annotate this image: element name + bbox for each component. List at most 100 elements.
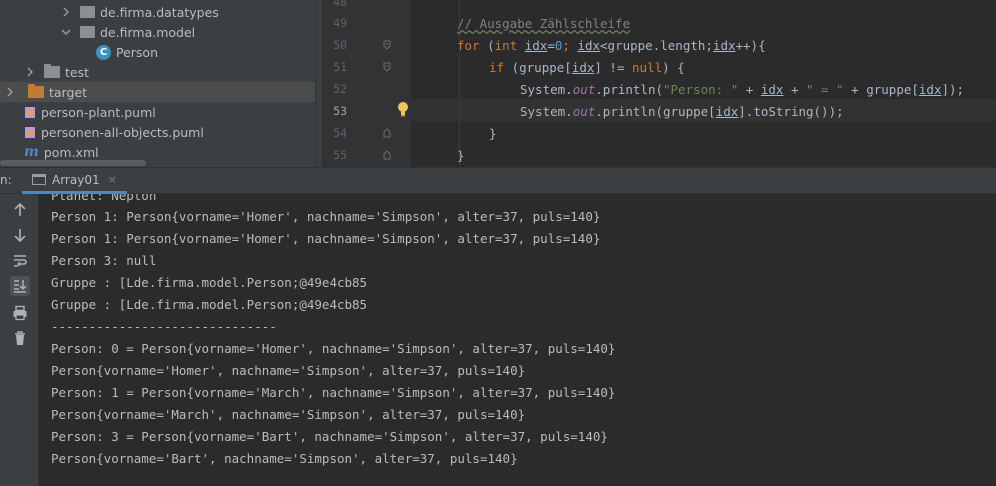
soft-wrap-icon[interactable] xyxy=(10,251,30,271)
tree-item-label: person-plant.puml xyxy=(41,104,156,120)
trash-icon[interactable] xyxy=(10,328,30,348)
tree-item-de-firma-datatypes[interactable]: de.firma.datatypes xyxy=(60,2,219,22)
up-arrow-icon[interactable] xyxy=(10,200,30,220)
keyword: for xyxy=(457,38,480,53)
line-number: 51 xyxy=(333,60,347,74)
console-line: Gruppe : [Lde.firma.model.Person;@49e4cb… xyxy=(51,275,368,290)
variable: idx xyxy=(712,38,736,53)
line-number: 52 xyxy=(333,82,347,96)
fold-marker-icon[interactable] xyxy=(383,40,391,50)
code-text: ++){ xyxy=(735,38,766,53)
package-icon xyxy=(80,26,95,38)
console-line: Planet: Nepton xyxy=(51,194,157,203)
variable: idx xyxy=(524,38,548,53)
print-icon[interactable] xyxy=(10,303,30,323)
code-text: ( xyxy=(479,38,495,53)
variable: idx xyxy=(760,82,784,97)
keyword: if xyxy=(489,60,505,75)
code-text: (gruppe[ xyxy=(504,60,572,75)
editor-gutter: 48 49 50 51 52 53 54 55 xyxy=(323,0,411,167)
code-text: + gruppe[ xyxy=(843,82,919,97)
chevron-right-icon[interactable] xyxy=(60,6,72,18)
variable: idx xyxy=(918,82,942,97)
code-line-53: System.out.println(gruppe[idx].toString(… xyxy=(520,104,844,119)
tree-item-target[interactable]: target xyxy=(0,82,322,102)
variable: idx xyxy=(715,104,739,119)
tree-item-label: pom.xml xyxy=(43,144,99,160)
plantuml-file-icon xyxy=(25,126,35,138)
close-icon[interactable]: × xyxy=(108,173,117,186)
run-tab-array01[interactable]: Array01 × xyxy=(22,168,127,194)
line-number: 48 xyxy=(333,0,347,9)
tree-item-person-plant-puml[interactable]: person-plant.puml xyxy=(24,102,156,122)
line-number: 50 xyxy=(333,38,347,52)
console-line: Person: 0 = Person{vorname='Homer', nach… xyxy=(51,341,616,356)
code-line-55: } xyxy=(457,148,465,163)
code-text: ] != xyxy=(594,60,633,75)
console-line: Gruppe : [Lde.firma.model.Person;@49e4cb… xyxy=(51,297,368,312)
code-text: = xyxy=(547,38,555,53)
console-line: Person{vorname='Homer', nachname='Simpso… xyxy=(51,363,526,378)
line-number: 49 xyxy=(333,16,347,30)
fold-marker-icon[interactable] xyxy=(383,150,391,160)
code-text: System. xyxy=(520,82,573,97)
variable: idx xyxy=(571,60,595,75)
console-output[interactable]: Planet: Nepton Person 1: Person{vorname=… xyxy=(40,194,996,486)
tree-item-label: de.firma.datatypes xyxy=(100,4,219,20)
folder-icon xyxy=(28,84,44,98)
console-icon xyxy=(32,174,46,185)
down-arrow-icon[interactable] xyxy=(10,225,30,245)
code-text: ; xyxy=(562,38,578,53)
code-text: .println(gruppe[ xyxy=(595,104,716,119)
plantuml-file-icon xyxy=(25,106,35,118)
run-toolbar xyxy=(0,194,39,486)
code-text: ]); xyxy=(941,82,965,97)
line-number-current: 53 xyxy=(333,104,347,118)
run-tab-label: Array01 xyxy=(52,172,100,187)
comment: // Ausgabe Zählschleife xyxy=(457,16,631,31)
tree-item-label: Person xyxy=(116,44,159,60)
line-number: 55 xyxy=(333,148,347,162)
lightbulb-icon[interactable] xyxy=(397,101,409,117)
chevron-right-icon[interactable] xyxy=(4,86,16,98)
console-line: Person 3: null xyxy=(51,253,157,268)
code-text: ].toString()); xyxy=(738,104,844,119)
code-editor[interactable]: 48 49 50 51 52 53 54 55 // Ausgabe Zähls… xyxy=(322,0,996,167)
tree-item-de-firma-model[interactable]: de.firma.model xyxy=(60,22,195,42)
console-line: Person: 3 = Person{vorname='Bart', nachn… xyxy=(51,429,608,444)
fold-marker-icon[interactable] xyxy=(383,62,391,72)
project-tree: de.firma.datatypes de.firma.model C Pers… xyxy=(0,0,322,167)
tree-item-label: target xyxy=(49,84,88,100)
keyword: int xyxy=(494,38,518,53)
code-text: } xyxy=(489,126,497,141)
code-line-50: for (int idx=0; idx<gruppe.length;idx++)… xyxy=(457,38,766,53)
tree-item-personen-all-objects-puml[interactable]: personen-all-objects.puml xyxy=(24,122,204,142)
code-text: .println( xyxy=(595,82,663,97)
chevron-right-icon[interactable] xyxy=(24,66,36,78)
chevron-down-icon[interactable] xyxy=(60,26,72,38)
code-text: <gruppe.length; xyxy=(600,38,713,53)
package-icon xyxy=(80,6,95,18)
static-field: out xyxy=(572,104,596,119)
string-literal: "Person: " xyxy=(663,82,739,97)
tree-item-person-class[interactable]: C Person xyxy=(96,42,158,62)
code-line-52: System.out.println("Person: " + idx + " … xyxy=(520,82,964,97)
string-literal: " = " xyxy=(806,82,844,97)
code-text: System. xyxy=(520,104,573,119)
tree-item-test[interactable]: test xyxy=(24,62,89,82)
tree-item-label: de.firma.model xyxy=(100,24,196,40)
vertical-scrollbar[interactable] xyxy=(315,0,322,167)
code-text: ) { xyxy=(662,60,685,75)
tree-item-label: personen-all-objects.puml xyxy=(41,124,204,140)
horizontal-scrollbar[interactable] xyxy=(0,160,146,166)
console-line: Person{vorname='March', nachname='Simpso… xyxy=(51,407,526,422)
code-text: } xyxy=(457,148,465,163)
code-text: + xyxy=(738,82,761,97)
scroll-to-end-icon[interactable] xyxy=(10,276,30,296)
code-line-51: if (gruppe[idx] != null) { xyxy=(489,60,685,75)
tree-item-label: test xyxy=(65,64,90,80)
tree-item-pom-xml[interactable]: m pom.xml xyxy=(24,142,99,162)
run-window-label: n: xyxy=(0,173,12,187)
fold-marker-icon[interactable] xyxy=(383,128,391,138)
variable: idx xyxy=(577,38,601,53)
